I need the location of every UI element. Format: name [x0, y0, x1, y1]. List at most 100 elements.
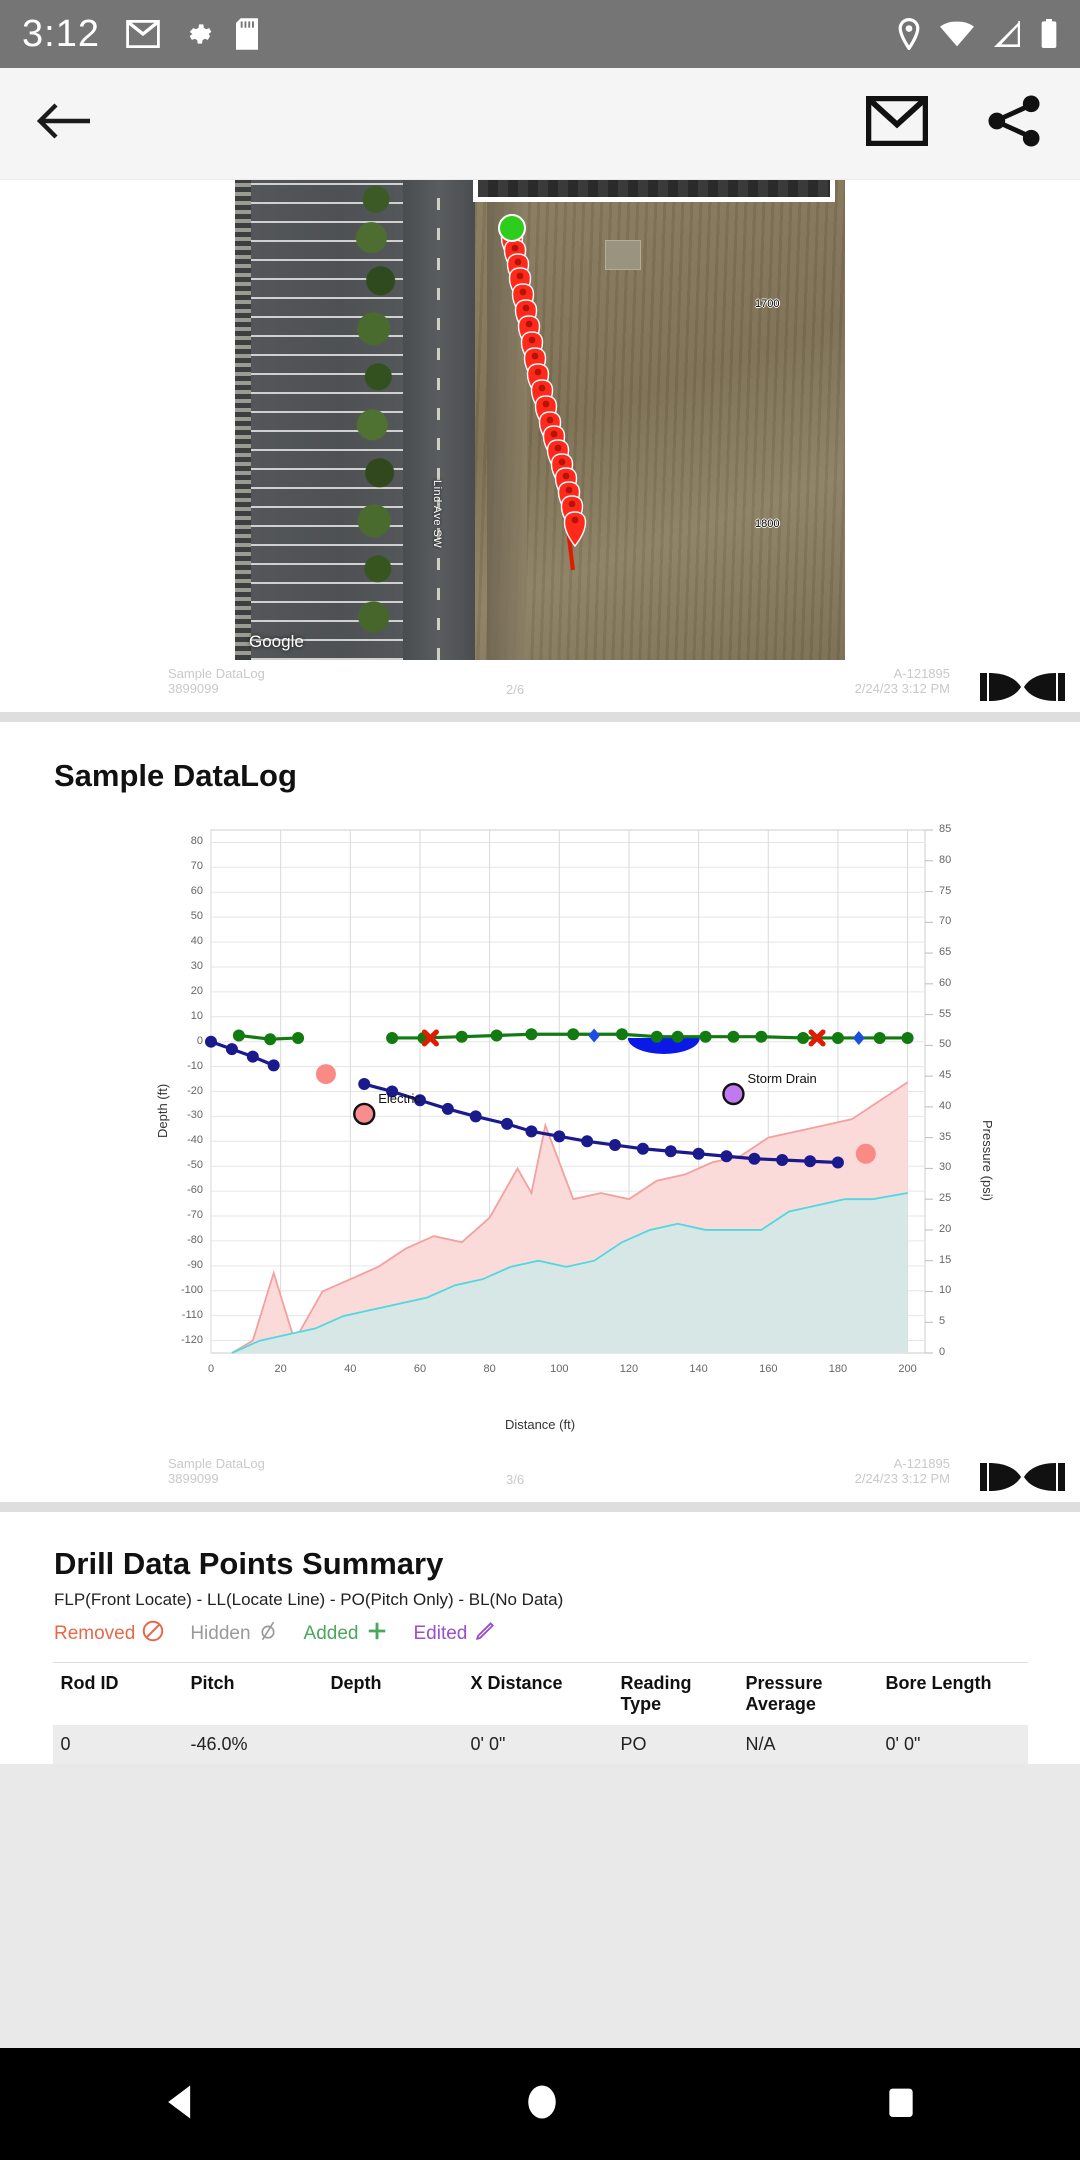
nav-recents-square-icon[interactable] — [881, 2082, 921, 2127]
chart-data-point[interactable] — [292, 1031, 305, 1044]
map-pin-dot — [534, 368, 542, 376]
chart-y-tick: 30 — [190, 959, 203, 972]
chart-data-point[interactable] — [699, 1030, 712, 1043]
chart-x-tick: 140 — [689, 1363, 708, 1375]
page-separator-2 — [0, 1502, 1080, 1512]
column-x-distance: X Distance — [462, 1662, 613, 1725]
drill-data-table[interactable]: Rod ID Pitch Depth X Distance Reading Ty… — [52, 1662, 1028, 1764]
chart-y2-tick: 85 — [939, 823, 952, 835]
wifi-icon — [940, 21, 974, 47]
cell-rod-id: 0 — [52, 1725, 183, 1764]
nav-back-triangle-icon[interactable] — [159, 2080, 203, 2129]
chart-x-tick: 0 — [207, 1363, 215, 1375]
chart-data-point[interactable] — [748, 1152, 761, 1165]
chart-data-point[interactable] — [636, 1142, 649, 1155]
chart-data-point[interactable] — [441, 1102, 454, 1115]
chart-utility-marker[interactable] — [315, 1064, 336, 1085]
drill-profile-chart[interactable]: Depth (ft) Pressure (psi) Distance (ft) … — [35, 808, 1045, 1432]
chart-data-point[interactable] — [720, 1150, 733, 1163]
chart-annotation-marker[interactable] — [722, 1082, 745, 1106]
column-bore-length: Bore Length — [877, 1662, 1028, 1725]
map-image[interactable]: Lind Ave SW 1700 1800 Google — [235, 180, 845, 660]
map-pin-dot — [525, 320, 533, 328]
chart-x-tick: 160 — [759, 1363, 778, 1375]
chart-data-point[interactable] — [727, 1030, 740, 1043]
chart-annotation-marker[interactable] — [353, 1102, 376, 1126]
chart-y2-tick: 65 — [939, 946, 952, 959]
map-pin-cluster[interactable] — [235, 180, 845, 660]
legend-removed: Removed — [54, 1620, 164, 1648]
chart-data-point[interactable] — [615, 1028, 628, 1041]
cell-bore-length: 0' 0" — [877, 1725, 1028, 1764]
report-footer-job: A-121895 — [893, 1456, 950, 1471]
chart-data-point[interactable] — [581, 1135, 594, 1148]
chart-y2-tick: 25 — [939, 1192, 952, 1205]
chart-y-tick: -70 — [187, 1209, 203, 1222]
mail-icon[interactable] — [865, 95, 929, 151]
column-rod-id: Rod ID — [52, 1662, 183, 1725]
chart-data-point[interactable] — [804, 1155, 817, 1168]
chart-data-point[interactable] — [490, 1029, 503, 1042]
legend-hidden-label: Hidden — [190, 1623, 251, 1644]
chart-data-point[interactable] — [664, 1145, 677, 1158]
map-pin-dot — [558, 458, 566, 466]
chart-x-tick: 180 — [828, 1363, 848, 1375]
report-page-map: Lind Ave SW 1700 1800 Google Sample Data… — [0, 180, 1080, 712]
chart-data-point[interactable] — [797, 1031, 810, 1044]
chart-y-tick: -50 — [187, 1159, 203, 1172]
chart-y-tick: 70 — [190, 860, 203, 873]
chart-data-point[interactable] — [232, 1029, 245, 1042]
chart-data-point[interactable] — [264, 1033, 277, 1046]
page-separator-1 — [0, 712, 1080, 722]
summary-legend: Removed Hidden Added Edited — [54, 1620, 1080, 1648]
chart-data-point[interactable] — [267, 1059, 280, 1072]
android-nav-bar — [0, 2048, 1080, 2160]
report-footer-name-block: Sample DataLog 3899099 — [168, 1456, 265, 1486]
chart-data-point[interactable] — [671, 1030, 684, 1043]
battery-icon — [1040, 19, 1058, 49]
map-pin-dot — [550, 430, 558, 438]
chart-x-tick: 200 — [898, 1363, 917, 1375]
table-row[interactable]: 0 -46.0% 0' 0" PO N/A 0' 0" — [52, 1725, 1028, 1764]
report-footer-name-block: Sample DataLog 3899099 — [168, 666, 265, 696]
chart-data-point[interactable] — [901, 1031, 914, 1044]
chart-data-point[interactable] — [553, 1130, 566, 1143]
legend-added: Added — [304, 1620, 388, 1648]
nav-home-circle-icon[interactable] — [520, 2080, 564, 2129]
chart-data-point[interactable] — [246, 1050, 259, 1063]
report-footer-name: Sample DataLog — [168, 1456, 265, 1471]
share-icon[interactable] — [984, 94, 1044, 153]
back-arrow-icon[interactable] — [36, 99, 92, 148]
chart-utility-marker[interactable] — [855, 1143, 876, 1164]
chart-data-point[interactable] — [776, 1153, 789, 1166]
map-pin-dot — [511, 244, 519, 252]
chart-data-point[interactable] — [225, 1043, 238, 1056]
chart-x-tick: 60 — [413, 1363, 427, 1375]
chart-y2-tick: 80 — [939, 853, 952, 866]
chart-y2-tick: 45 — [939, 1069, 952, 1082]
chart-data-point[interactable] — [831, 1031, 844, 1044]
chart-data-point[interactable] — [501, 1117, 514, 1130]
chart-data-point[interactable] — [692, 1147, 705, 1160]
chart-data-point[interactable] — [650, 1030, 663, 1043]
status-bar-notification-icons — [126, 18, 258, 50]
chart-data-point[interactable] — [831, 1156, 844, 1169]
map-google-attribution: Google — [249, 632, 304, 651]
chart-data-point[interactable] — [205, 1035, 217, 1048]
summary-subtitle: FLP(Front Locate) - LL(Locate Line) - PO… — [54, 1590, 564, 1609]
chart-x-axis-label: Distance (ft) — [504, 1417, 576, 1432]
chart-data-point[interactable] — [609, 1139, 622, 1152]
chart-data-point[interactable] — [525, 1028, 538, 1041]
report-footer-name: Sample DataLog — [168, 666, 265, 681]
chart-data-point[interactable] — [469, 1110, 482, 1123]
chart-data-point[interactable] — [525, 1125, 538, 1138]
map-pin-dot — [514, 258, 522, 266]
report-page-chart: Sample DataLog Depth (ft) Pressure (psi)… — [0, 722, 1080, 1502]
chart-data-point[interactable] — [386, 1031, 399, 1044]
chart-data-point[interactable] — [358, 1078, 371, 1091]
report-scroll-container[interactable]: Lind Ave SW 1700 1800 Google Sample Data… — [0, 180, 1080, 2048]
chart-data-point[interactable] — [455, 1030, 468, 1043]
chart-data-point[interactable] — [755, 1030, 768, 1043]
chart-data-point[interactable] — [873, 1031, 886, 1044]
chart-data-point[interactable] — [567, 1028, 580, 1041]
